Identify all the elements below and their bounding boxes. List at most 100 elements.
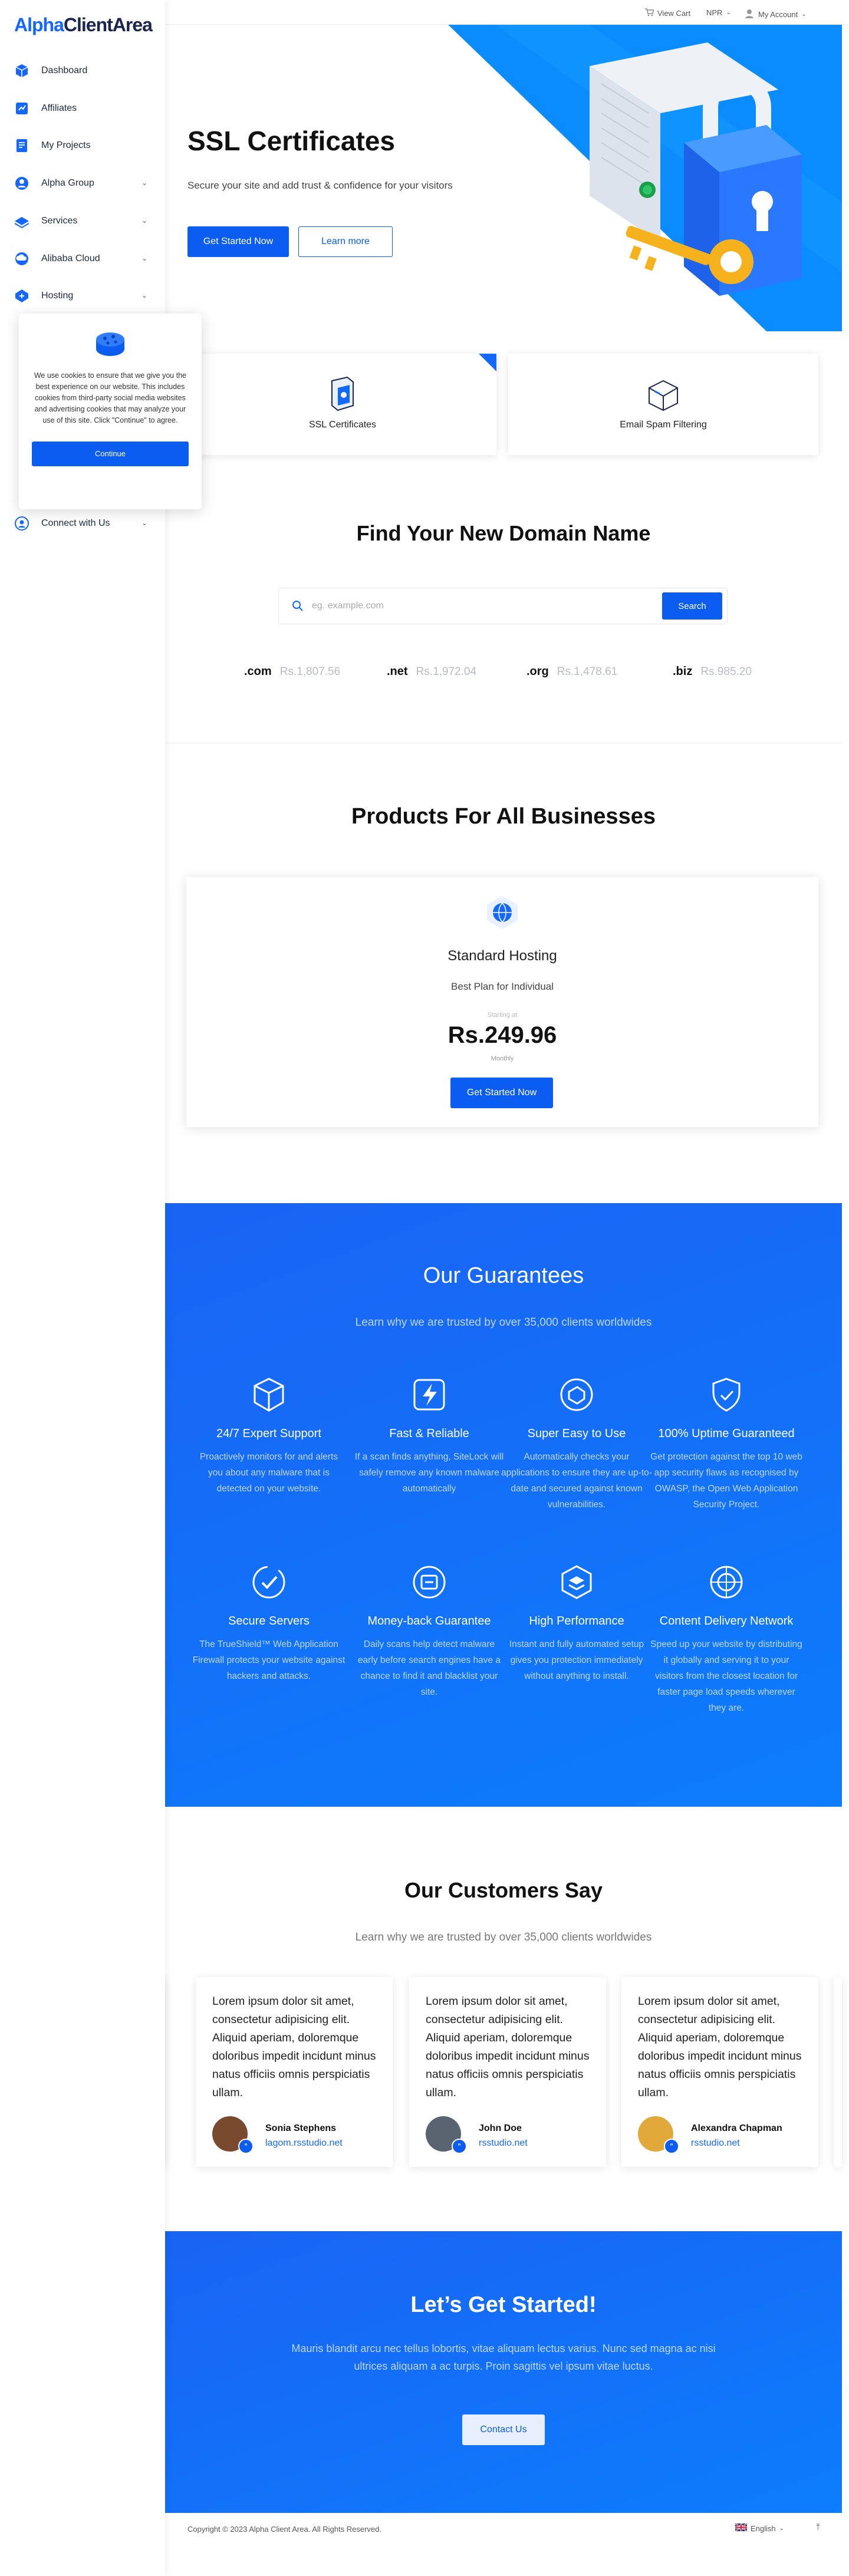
cart-icon bbox=[644, 8, 654, 18]
guarantee-title: Fast & Reliable bbox=[389, 1427, 469, 1440]
product-price: Rs.249.96 bbox=[447, 1022, 557, 1048]
language-label: English bbox=[751, 2524, 776, 2533]
search-icon bbox=[292, 600, 304, 615]
guarantee-desc: The TrueShield™ Web Application Firewall… bbox=[192, 1639, 345, 1681]
feature-card-ssl[interactable]: SSL Certificates bbox=[189, 354, 496, 455]
user-icon bbox=[744, 8, 755, 21]
view-cart-link[interactable]: View Cart bbox=[644, 8, 690, 18]
tld-price-com[interactable]: .com Rs.1,807.56 bbox=[244, 665, 340, 678]
get-started-button[interactable]: Get Started Now bbox=[187, 226, 289, 257]
sidebar-item-dashboard[interactable]: Dashboard bbox=[13, 59, 152, 83]
footer: Copyright © 2023 Alpha Client Area. All … bbox=[165, 2513, 849, 2576]
testimonial-quote: Lorem ipsum dolor sit amet, consectetur … bbox=[638, 1995, 802, 2099]
my-account-menu[interactable]: My Account ⌄ bbox=[744, 8, 807, 21]
page: AlphaClientArea Dashboard Affiliates My … bbox=[0, 0, 849, 2576]
chevron-down-icon: ⌄ bbox=[141, 254, 147, 262]
language-selector[interactable]: English ⌄ bbox=[735, 2522, 785, 2533]
feature-card-label: SSL Certificates bbox=[308, 420, 377, 430]
hero: SSL Certificates Secure your site and ad… bbox=[165, 25, 842, 331]
support-box-icon bbox=[248, 1374, 289, 1415]
affiliates-icon bbox=[13, 100, 31, 117]
chevron-down-icon: ⌄ bbox=[141, 216, 147, 225]
uptime-shield-icon bbox=[706, 1374, 747, 1415]
cookie-consent-dialog: We use cookies to ensure that we give yo… bbox=[19, 314, 202, 509]
sidebar-item-alpha-group[interactable]: Alpha Group ⌄ bbox=[13, 172, 152, 195]
product-card: Standard Hosting Best Plan for Individua… bbox=[186, 877, 818, 1127]
dashboard-icon bbox=[13, 62, 31, 80]
sidebar-item-connect-with-us[interactable]: Connect with Us ⌄ bbox=[13, 512, 152, 535]
guarantees-subtitle: Learn why we are trusted by over 35,000 … bbox=[355, 1316, 652, 1329]
chevron-down-icon: ⌄ bbox=[801, 11, 807, 18]
guarantee-item: Content Delivery Network Speed up your w… bbox=[650, 1562, 803, 1716]
chevron-down-icon: ⌄ bbox=[779, 2525, 785, 2532]
cdn-globe-icon bbox=[706, 1562, 747, 1603]
chevron-down-icon: ⌄ bbox=[141, 519, 147, 527]
guarantees-section: Our Guarantees Learn why we are trusted … bbox=[165, 1203, 842, 1807]
feature-card-email-spam[interactable]: Email Spam Filtering bbox=[508, 354, 818, 455]
guarantee-title: High Performance bbox=[529, 1615, 624, 1628]
guarantee-item: Super Easy to Use Automatically checks y… bbox=[500, 1374, 653, 1513]
sidebar-item-services[interactable]: Services ⌄ bbox=[13, 209, 152, 233]
guarantee-item: High Performance Instant and fully autom… bbox=[500, 1562, 653, 1684]
currency-selector[interactable]: NPR ⌄ bbox=[706, 8, 731, 17]
testimonial-card-partial bbox=[834, 1977, 842, 2167]
product-get-started-button[interactable]: Get Started Now bbox=[450, 1078, 553, 1108]
chevron-down-icon: ⌄ bbox=[141, 291, 147, 299]
domain-section-title: Find Your New Domain Name bbox=[356, 521, 651, 545]
cookie-continue-button[interactable]: Continue bbox=[32, 442, 189, 466]
testimonials-subtitle: Learn why we are trusted by over 35,000 … bbox=[355, 1931, 652, 1943]
testimonial-quote: Lorem ipsum dolor sit amet, consectetur … bbox=[212, 1995, 376, 2099]
services-icon bbox=[13, 212, 31, 230]
guarantee-desc: If a scan finds anything, SiteLock will … bbox=[354, 1452, 504, 1494]
sidebar-item-affiliates[interactable]: Affiliates bbox=[13, 97, 152, 120]
tld-price: Rs.1,807.56 bbox=[279, 666, 341, 678]
guarantee-title: Secure Servers bbox=[228, 1615, 310, 1628]
guarantee-item: Secure Servers The TrueShield™ Web Appli… bbox=[192, 1562, 345, 1684]
cta-text: Mauris blandit arcu nec tellus lobortis,… bbox=[291, 2343, 716, 2372]
feature-card-label: Email Spam Filtering bbox=[620, 420, 707, 430]
learn-more-button[interactable]: Learn more bbox=[298, 226, 393, 257]
sidebar-item-label: Hosting bbox=[41, 291, 74, 301]
domain-search-input[interactable] bbox=[312, 597, 642, 615]
sidebar-item-label: Dashboard bbox=[41, 65, 88, 75]
testimonial-link[interactable]: rsstudio.net bbox=[479, 2138, 528, 2149]
tld-price: Rs.1,478.61 bbox=[557, 666, 618, 678]
topbar: View Cart NPR ⌄ My Account ⌄ bbox=[165, 0, 849, 25]
guarantee-title: Money-back Guarantee bbox=[367, 1615, 491, 1628]
back-to-top-icon[interactable]: ⤒ bbox=[816, 2522, 820, 2533]
tld-price-net[interactable]: .net Rs.1,972.04 bbox=[387, 665, 476, 678]
guarantee-desc: Speed up your website by distributing it… bbox=[650, 1639, 802, 1713]
domain-search-button[interactable]: Search bbox=[662, 592, 722, 620]
corner-ribbon bbox=[479, 354, 496, 371]
sidebar-item-hosting[interactable]: Hosting ⌄ bbox=[13, 284, 152, 308]
sidebar-item-label: Affiliates bbox=[41, 103, 77, 113]
testimonial-name: Sonia Stephens bbox=[265, 2123, 337, 2133]
testimonial-link[interactable]: lagom.rsstudio.net bbox=[265, 2138, 343, 2149]
copyright-text: Copyright © 2023 Alpha Client Area. All … bbox=[187, 2525, 381, 2534]
testimonial-link[interactable]: rsstudio.net bbox=[691, 2138, 740, 2149]
easy-use-icon bbox=[556, 1374, 597, 1415]
sidebar-item-label: Services bbox=[41, 216, 78, 226]
guarantee-item: Fast & Reliable If a scan finds anything… bbox=[353, 1374, 506, 1497]
cloud-icon bbox=[13, 250, 31, 268]
product-period: Monthly bbox=[491, 1055, 514, 1062]
sidebar-item-my-projects[interactable]: My Projects bbox=[13, 134, 152, 157]
tld-ext: .biz bbox=[673, 665, 693, 678]
uk-flag-icon bbox=[735, 2522, 748, 2533]
tld-price-biz[interactable]: .biz Rs.985.20 bbox=[673, 665, 752, 678]
guarantee-title: Super Easy to Use bbox=[527, 1427, 626, 1440]
guarantee-item: 24/7 Expert Support Proactively monitors… bbox=[192, 1374, 345, 1497]
logo-part2: ClientArea bbox=[63, 14, 153, 35]
logo[interactable]: AlphaClientArea bbox=[14, 14, 153, 36]
connect-icon bbox=[13, 515, 31, 532]
contact-us-button[interactable]: Contact Us bbox=[462, 2414, 545, 2445]
tld-price-org[interactable]: .org Rs.1,478.61 bbox=[526, 665, 617, 678]
guarantee-desc: Instant and fully automated setup gives … bbox=[509, 1639, 644, 1681]
ssl-certificate-icon bbox=[324, 375, 361, 413]
sidebar-item-alibaba-cloud[interactable]: Alibaba Cloud ⌄ bbox=[13, 247, 152, 271]
group-icon bbox=[13, 174, 31, 192]
sidebar-item-label: Alibaba Cloud bbox=[41, 253, 100, 263]
view-cart-label: View Cart bbox=[657, 9, 691, 18]
guarantee-title: 24/7 Expert Support bbox=[216, 1427, 321, 1440]
sidebar-item-label: My Projects bbox=[41, 140, 91, 150]
